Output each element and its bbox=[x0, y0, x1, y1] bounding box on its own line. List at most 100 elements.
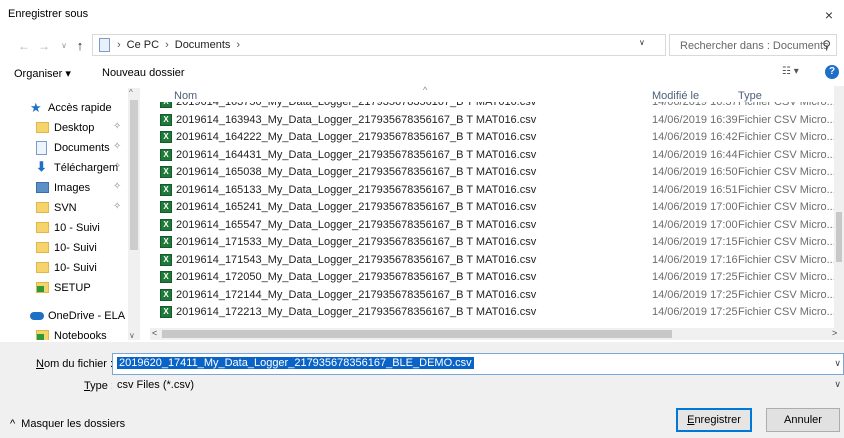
file-row[interactable]: X 2019614_164222_My_Data_Logger_217935678… bbox=[140, 129, 840, 146]
file-row[interactable]: X 2019614_172050_My_Data_Logger_217935678… bbox=[140, 269, 840, 286]
view-options-icon[interactable]: ☷ ▾ bbox=[782, 66, 799, 77]
search-placeholder: Rechercher dans : Documents bbox=[680, 40, 829, 52]
file-row[interactable]: X 2019614_164431_My_Data_Logger_217935678… bbox=[140, 147, 840, 164]
breadcrumb-item-documents[interactable]: Documents bbox=[175, 39, 231, 51]
folder-icon bbox=[36, 222, 49, 233]
file-name: 2019614_163943_My_Data_Logger_2179356783… bbox=[176, 113, 537, 126]
up-arrow-icon[interactable]: ↑ bbox=[72, 38, 88, 54]
file-type: Fichier CSV Micro... bbox=[738, 113, 836, 126]
pin-icon: ✧ bbox=[113, 161, 122, 172]
file-modified-date: 14/06/2019 17:25 bbox=[652, 288, 738, 301]
file-name: 2019614_172050_My_Data_Logger_2179356783… bbox=[176, 271, 537, 283]
file-type: Fichier CSV Micro... bbox=[738, 253, 836, 266]
excel-csv-icon: X bbox=[160, 148, 172, 161]
forward-arrow-icon[interactable]: → bbox=[36, 38, 52, 54]
breadcrumb-item-ce-pc[interactable]: Ce PC bbox=[127, 39, 159, 51]
chevron-down-icon[interactable]: ∨ bbox=[834, 379, 841, 390]
filename-label: Nom du fichier : bbox=[36, 358, 114, 370]
sidebar-item-10-suivi[interactable]: 10 - Suivi bbox=[0, 218, 128, 238]
folder-icon bbox=[36, 242, 49, 253]
sidebar-item-quick-access[interactable]: ★ Accès rapide bbox=[0, 98, 128, 118]
filename-field[interactable]: 2019620_17411_My_Data_Logger_21793567835… bbox=[112, 353, 844, 375]
breadcrumb-separator[interactable]: › bbox=[165, 39, 169, 51]
file-name: 2019614_172144_My_Data_Logger_2179356783… bbox=[176, 288, 537, 301]
file-row[interactable]: X 2019614_163750_My_Data_Logger_217935678… bbox=[140, 102, 840, 111]
address-bar[interactable]: › Ce PC › Documents › ∨ bbox=[92, 34, 666, 56]
filetype-select[interactable]: csv Files (*.csv) ∨ bbox=[112, 375, 844, 395]
file-modified-date: 14/06/2019 16:51 bbox=[652, 183, 738, 196]
save-button[interactable]: Enregistrer bbox=[676, 408, 752, 432]
excel-csv-icon: X bbox=[160, 218, 172, 231]
file-row[interactable]: X 2019614_163943_My_Data_Logger_217935678… bbox=[140, 112, 840, 129]
sidebar-item-svn[interactable]: SVN ✧ bbox=[0, 198, 128, 218]
sidebar-item-onedrive[interactable]: OneDrive - ELA In bbox=[0, 306, 137, 326]
navigation-pane: ★ Accès rapide Desktop ✧ Documents ✧ ⬇ T… bbox=[0, 88, 140, 340]
file-name: 2019614_164431_My_Data_Logger_2179356783… bbox=[176, 148, 537, 161]
scroll-right-icon[interactable]: > bbox=[832, 328, 837, 338]
pin-icon: ✧ bbox=[113, 141, 122, 152]
address-dropdown-icon[interactable]: ∨ bbox=[639, 38, 645, 47]
file-row[interactable]: X 2019614_165133_My_Data_Logger_217935678… bbox=[140, 182, 840, 199]
sidebar-item-downloads[interactable]: ⬇ Téléchargem ✧ bbox=[0, 158, 128, 178]
file-row[interactable]: X 2019614_165038_My_Data_Logger_217935678… bbox=[140, 164, 840, 181]
search-input[interactable]: Rechercher dans : Documents ⚲ bbox=[669, 34, 837, 56]
file-name: 2019614_172213_My_Data_Logger_2179356783… bbox=[176, 306, 537, 318]
folder-icon bbox=[36, 202, 49, 213]
file-row[interactable]: X 2019614_165241_My_Data_Logger_217935678… bbox=[140, 199, 840, 216]
file-row[interactable]: X 2019614_172213_My_Data_Logger_217935678… bbox=[140, 304, 840, 321]
file-name: 2019614_163750_My_Data_Logger_2179356783… bbox=[176, 102, 537, 108]
pin-icon: ✧ bbox=[113, 201, 122, 212]
sidebar-item-desktop[interactable]: Desktop ✧ bbox=[0, 118, 128, 138]
organize-button[interactable]: Organiser ▾ bbox=[14, 67, 71, 80]
cancel-button[interactable]: Annuler bbox=[766, 408, 840, 432]
chevron-down-icon[interactable]: ∨ bbox=[834, 358, 841, 369]
column-header-modified[interactable]: Modifié le bbox=[652, 90, 699, 102]
back-arrow-icon[interactable]: ← bbox=[16, 38, 32, 54]
sidebar-item-label: 10- Suivi bbox=[54, 262, 97, 274]
sidebar-item-documents[interactable]: Documents ✧ bbox=[0, 138, 128, 158]
sidebar-item-label: Desktop bbox=[54, 122, 95, 134]
file-type: Fichier CSV Micro... bbox=[738, 183, 836, 196]
download-icon: ⬇ bbox=[36, 159, 47, 174]
file-row[interactable]: X 2019614_171533_My_Data_Logger_217935678… bbox=[140, 234, 840, 251]
file-name: 2019614_171533_My_Data_Logger_2179356783… bbox=[176, 236, 537, 248]
search-icon[interactable]: ⚲ bbox=[822, 38, 831, 52]
close-icon[interactable]: × bbox=[818, 4, 840, 26]
breadcrumb: › Ce PC › Documents › bbox=[117, 39, 240, 51]
scroll-up-icon[interactable]: ^ bbox=[129, 88, 133, 97]
excel-csv-icon: X bbox=[160, 131, 172, 143]
hide-folders-button[interactable]: ^ Masquer les dossiers bbox=[10, 418, 125, 430]
horizontal-scrollbar-thumb[interactable] bbox=[162, 330, 672, 338]
file-row[interactable]: X 2019614_171543_My_Data_Logger_217935678… bbox=[140, 252, 840, 269]
file-type: Fichier CSV Micro... bbox=[738, 306, 836, 318]
file-type: Fichier CSV Micro... bbox=[738, 131, 836, 143]
file-list-scrollbar[interactable] bbox=[834, 86, 844, 328]
help-icon[interactable]: ? bbox=[825, 65, 839, 79]
file-type: Fichier CSV Micro... bbox=[738, 201, 836, 213]
column-header-name[interactable]: Nom bbox=[174, 90, 197, 102]
hide-folders-label: Masquer les dossiers bbox=[21, 418, 126, 430]
scroll-left-icon[interactable]: < bbox=[152, 328, 157, 338]
file-row[interactable]: X 2019614_172144_My_Data_Logger_217935678… bbox=[140, 287, 840, 304]
new-folder-button[interactable]: Nouveau dossier bbox=[102, 67, 185, 79]
recent-locations-icon[interactable]: ∨ bbox=[56, 38, 72, 54]
filename-value[interactable]: 2019620_17411_My_Data_Logger_21793567835… bbox=[117, 357, 474, 369]
column-header-type[interactable]: Type bbox=[738, 90, 762, 102]
file-type: Fichier CSV Micro... bbox=[738, 148, 836, 161]
excel-csv-icon: X bbox=[160, 288, 172, 301]
sidebar-item-setup[interactable]: SETUP bbox=[0, 278, 128, 298]
file-row[interactable]: X 2019614_165547_My_Data_Logger_217935678… bbox=[140, 217, 840, 234]
file-modified-date: 14/06/2019 17:25 bbox=[652, 306, 738, 318]
file-list-scrollbar-thumb[interactable] bbox=[836, 212, 842, 262]
nav-scrollbar-thumb[interactable] bbox=[130, 100, 138, 250]
sidebar-item-images[interactable]: Images ✧ bbox=[0, 178, 128, 198]
file-modified-date: 14/06/2019 17:16 bbox=[652, 253, 738, 266]
scroll-down-icon[interactable]: ∨ bbox=[129, 331, 135, 340]
sidebar-item-notebooks[interactable]: Notebooks bbox=[0, 326, 128, 340]
breadcrumb-separator[interactable]: › bbox=[117, 39, 121, 51]
sidebar-item-10-suivi-3[interactable]: 10- Suivi bbox=[0, 258, 128, 278]
file-name: 2019614_165241_My_Data_Logger_2179356783… bbox=[176, 201, 537, 213]
breadcrumb-separator[interactable]: › bbox=[236, 39, 240, 51]
sidebar-item-10-suivi-2[interactable]: 10- Suivi bbox=[0, 238, 128, 258]
address-row: ← → ∨ ↑ › Ce PC › Documents › ∨ ↻ Recher… bbox=[0, 30, 844, 60]
